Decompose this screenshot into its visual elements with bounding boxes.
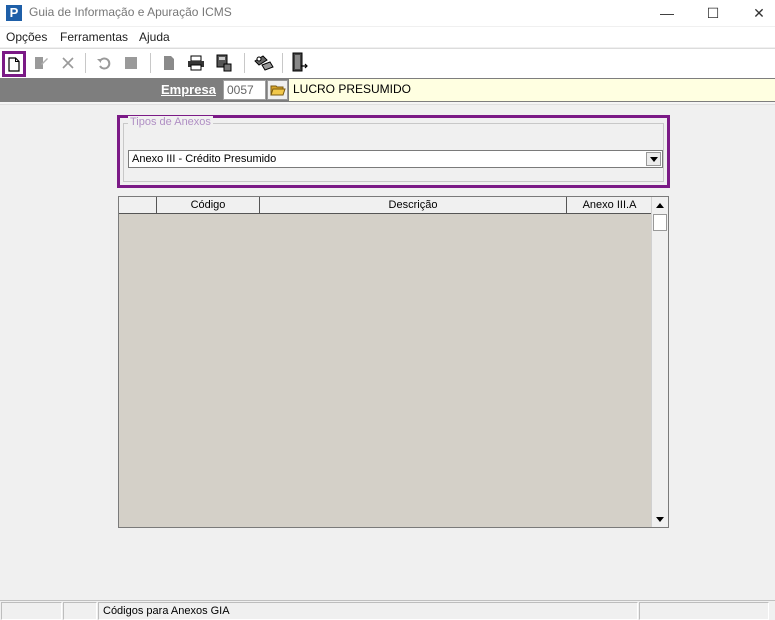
status-message: Códigos para Anexos GIA — [98, 602, 638, 620]
toolbar-separator — [244, 53, 245, 73]
empresa-bar: Empresa 0057 LUCRO PRESUMIDO — [0, 78, 775, 102]
chevron-down-icon — [656, 516, 664, 522]
title-bar: P Guia de Informação e Apuração ICMS — ☐… — [0, 0, 775, 26]
scroll-up-button[interactable] — [652, 197, 668, 213]
delete-icon — [62, 57, 74, 69]
anexos-grid[interactable]: Código Descrição Anexo III.A — [118, 196, 669, 528]
column-header-descricao[interactable]: Descrição — [260, 197, 567, 213]
status-panel-1 — [1, 602, 62, 620]
edit-icon — [35, 57, 48, 69]
minimize-button[interactable]: — — [644, 0, 690, 26]
grid-header: Código Descrição Anexo III.A — [119, 197, 652, 214]
print-button[interactable] — [185, 52, 207, 74]
column-header-indicator — [119, 197, 157, 213]
print-icon — [188, 55, 204, 71]
save-button[interactable] — [120, 52, 142, 74]
edit-button[interactable] — [30, 52, 52, 74]
menu-ferramentas[interactable]: Ferramentas — [60, 30, 128, 44]
tipos-anexos-group: Tipos de Anexos Anexo III - Crédito Pres… — [117, 115, 670, 188]
preview-button[interactable] — [158, 52, 180, 74]
save-icon — [125, 57, 137, 69]
status-panel-4 — [639, 602, 769, 620]
close-button[interactable]: ✕ — [736, 0, 775, 26]
empresa-label: Empresa — [161, 82, 216, 97]
tools-button[interactable] — [253, 52, 275, 74]
print-setup-icon — [216, 54, 232, 72]
app-icon: P — [6, 5, 22, 21]
empresa-name-field: LUCRO PRESUMIDO — [289, 79, 775, 101]
undo-button[interactable] — [93, 52, 115, 74]
new-record-button[interactable] — [2, 51, 26, 77]
menu-bar: Opções Ferramentas Ajuda — [0, 27, 775, 47]
menu-opcoes[interactable]: Opções — [6, 30, 47, 44]
undo-icon — [97, 57, 111, 70]
new-document-icon — [8, 56, 20, 72]
delete-button[interactable] — [57, 52, 79, 74]
exit-door-icon — [292, 52, 308, 72]
tipos-anexos-legend: Tipos de Anexos — [128, 116, 213, 128]
column-header-codigo[interactable]: Código — [157, 197, 260, 213]
tipos-anexos-selected-value: Anexo III - Crédito Presumido — [132, 153, 277, 165]
preview-icon — [164, 56, 174, 70]
empresa-lookup-button[interactable] — [267, 80, 288, 100]
toolbar — [0, 48, 775, 78]
status-panel-2 — [63, 602, 97, 620]
dropdown-arrow-button[interactable] — [646, 152, 661, 166]
tools-icon — [254, 55, 274, 71]
toolbar-separator — [282, 53, 283, 73]
tipos-anexos-select[interactable]: Anexo III - Crédito Presumido — [128, 150, 663, 168]
maximize-button[interactable]: ☐ — [690, 0, 736, 26]
column-header-anexo-iii-a[interactable]: Anexo III.A — [567, 197, 652, 213]
print-setup-button[interactable] — [213, 52, 235, 74]
exit-button[interactable] — [289, 52, 311, 74]
grid-vertical-scrollbar[interactable] — [651, 197, 668, 527]
window-title: Guia de Informação e Apuração ICMS — [29, 5, 232, 19]
toolbar-separator — [85, 53, 86, 73]
scroll-down-button[interactable] — [652, 511, 668, 527]
chevron-up-icon — [656, 202, 664, 208]
chevron-down-icon — [649, 156, 658, 162]
empresa-code-field[interactable]: 0057 — [223, 80, 266, 100]
toolbar-separator — [150, 53, 151, 73]
divider — [0, 102, 775, 105]
scroll-thumb[interactable] — [653, 214, 667, 231]
status-bar: Códigos para Anexos GIA — [0, 600, 775, 620]
menu-ajuda[interactable]: Ajuda — [139, 30, 170, 44]
open-folder-icon — [269, 85, 286, 96]
